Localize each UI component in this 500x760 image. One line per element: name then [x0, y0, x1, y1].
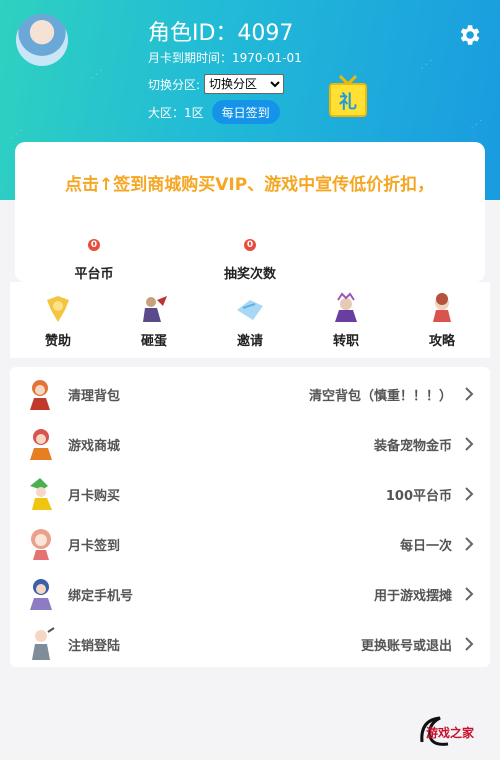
menu-item-title: 清理背包: [68, 388, 121, 404]
announcement-marquee: 点击↑签到商城购买VIP、游戏中宣传低价折扣，: [65, 175, 435, 195]
monthly-checkin-icon: [31, 529, 51, 560]
quick-action-label: 转职: [332, 334, 359, 349]
chevron-right-icon: [465, 437, 474, 451]
menu-list: 清理背包 清空背包（慎重！！！） 游戏商城 装备宠物金币 月卡购买 100平台币…: [10, 367, 490, 667]
clear-bag-icon: [30, 380, 50, 410]
quick-action-label: 邀请: [236, 334, 263, 349]
quick-action-smash-egg[interactable]: 砸蛋: [106, 282, 202, 358]
quick-action-label: 砸蛋: [140, 334, 167, 349]
logout-icon: [32, 627, 55, 660]
invite-icon: [237, 300, 263, 320]
menu-item-title: 注销登陆: [68, 638, 121, 654]
menu-item-desc: 每日一次: [399, 538, 452, 554]
quick-action-label: 攻略: [428, 334, 455, 349]
chevron-right-icon: [465, 537, 474, 551]
menu-item-clear-bag[interactable]: 清理背包 清空背包（慎重！！！）: [10, 369, 490, 419]
region-row: 大区：1区 每日签到: [148, 100, 280, 124]
menu-item-title: 月卡签到: [68, 538, 121, 554]
avatar[interactable]: [16, 14, 68, 66]
logo-text: 游戏之家: [426, 726, 475, 740]
watermark: · · ·: [88, 66, 106, 84]
menu-item-logout[interactable]: 注销登陆 更换账号或退出: [10, 619, 490, 669]
quick-action-job-change[interactable]: 转职: [298, 282, 394, 358]
job-change-icon: [335, 292, 357, 322]
watermark: · · ·: [468, 116, 486, 134]
stat-value: 0: [244, 239, 256, 251]
site-logo: 游戏之家: [418, 712, 490, 752]
chevron-right-icon: [465, 587, 474, 601]
buy-monthly-card-icon: [30, 478, 52, 510]
info-panel: 点击↑签到商城购买VIP、游戏中宣传低价折扣， 0 平台币 0 抽奖次数: [15, 142, 485, 282]
menu-item-desc: 100平台币: [385, 488, 452, 504]
zone-label: 切换分区:: [148, 77, 201, 92]
game-store-icon: [30, 429, 52, 460]
region-label: 大区：1区: [148, 105, 204, 120]
chevron-right-icon: [465, 487, 474, 501]
quick-action-sponsor[interactable]: 赞助: [10, 282, 106, 358]
menu-item-title: 月卡购买: [68, 488, 121, 504]
menu-item-monthly-checkin[interactable]: 月卡签到 每日一次: [10, 519, 490, 569]
quick-action-guide[interactable]: 攻略: [394, 282, 490, 358]
stat-lottery-count[interactable]: 0 抽奖次数: [205, 232, 295, 282]
menu-item-buy-monthly-card[interactable]: 月卡购买 100平台币: [10, 469, 490, 519]
watermark: · · ·: [8, 126, 26, 144]
daily-checkin-button[interactable]: 每日签到: [211, 100, 280, 124]
stat-label: 平台币: [74, 267, 114, 282]
chevron-right-icon: [465, 637, 474, 651]
gear-icon[interactable]: [456, 22, 482, 48]
bind-phone-icon: [30, 579, 52, 610]
gift-icon[interactable]: 礼: [328, 72, 368, 118]
gift-label: 礼: [339, 91, 357, 113]
role-id: 角色ID：4097: [148, 21, 294, 46]
stat-value: 0: [88, 239, 100, 251]
zone-switch-row: 切换分区: 切换分区: [148, 74, 285, 94]
stat-platform-coin[interactable]: 0 平台币: [49, 232, 139, 282]
menu-item-desc: 清空背包（慎重！！！）: [308, 388, 452, 404]
chevron-right-icon: [465, 387, 474, 401]
menu-item-title: 游戏商城: [68, 438, 121, 454]
stat-label: 抽奖次数: [223, 267, 276, 282]
watermark: · · ·: [418, 56, 436, 74]
menu-item-title: 绑定手机号: [68, 588, 134, 604]
quick-action-label: 赞助: [44, 334, 71, 349]
zone-select[interactable]: 切换分区: [204, 74, 285, 94]
card-expire-date: 月卡到期时间：1970-01-01: [148, 51, 302, 65]
smash-egg-icon: [143, 296, 167, 322]
menu-item-desc: 用于游戏摆摊: [373, 588, 452, 604]
guide-icon: [433, 293, 451, 322]
menu-item-bind-phone[interactable]: 绑定手机号 用于游戏摆摊: [10, 569, 490, 619]
menu-item-game-store[interactable]: 游戏商城 装备宠物金币: [10, 419, 490, 469]
menu-item-desc: 更换账号或退出: [360, 638, 452, 654]
sponsor-icon: [47, 296, 69, 322]
menu-item-desc: 装备宠物金币: [373, 438, 452, 454]
quick-actions: 赞助 砸蛋 邀请 转职 攻略: [10, 282, 490, 358]
quick-action-invite[interactable]: 邀请: [202, 282, 298, 358]
